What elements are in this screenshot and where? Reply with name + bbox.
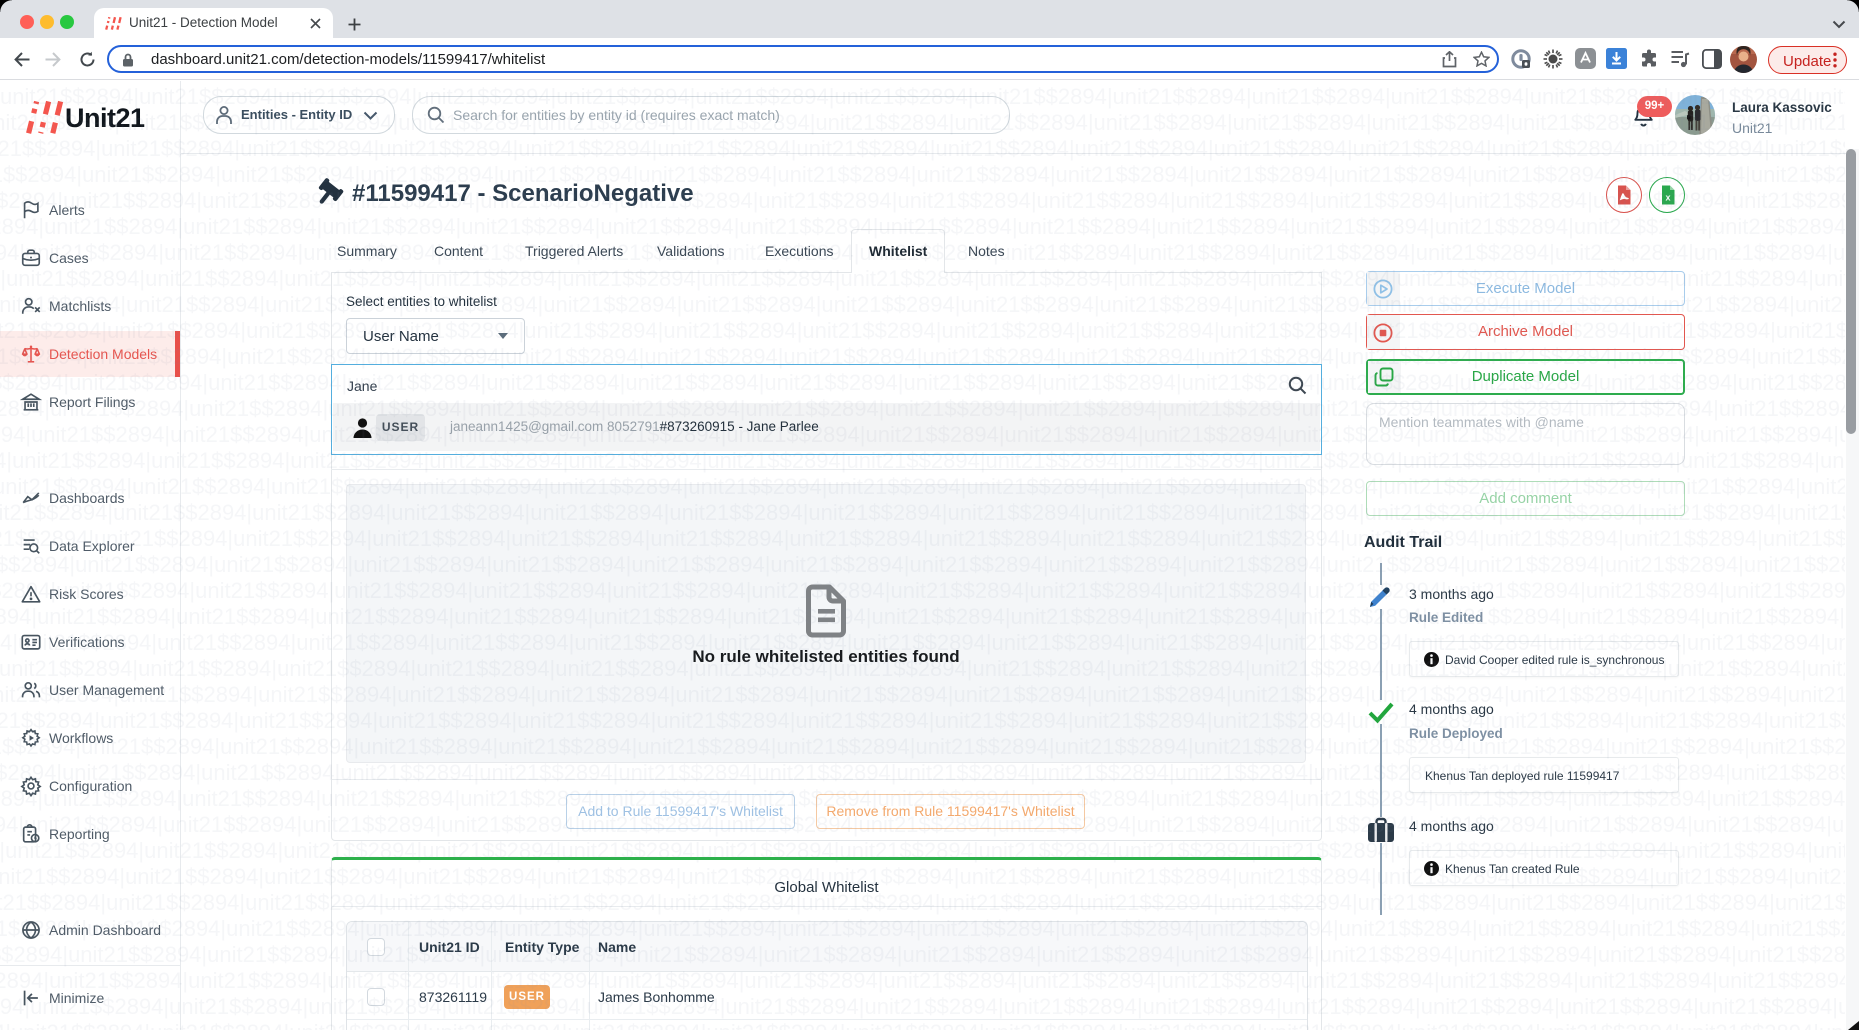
svg-text:x: x bbox=[1665, 193, 1670, 203]
